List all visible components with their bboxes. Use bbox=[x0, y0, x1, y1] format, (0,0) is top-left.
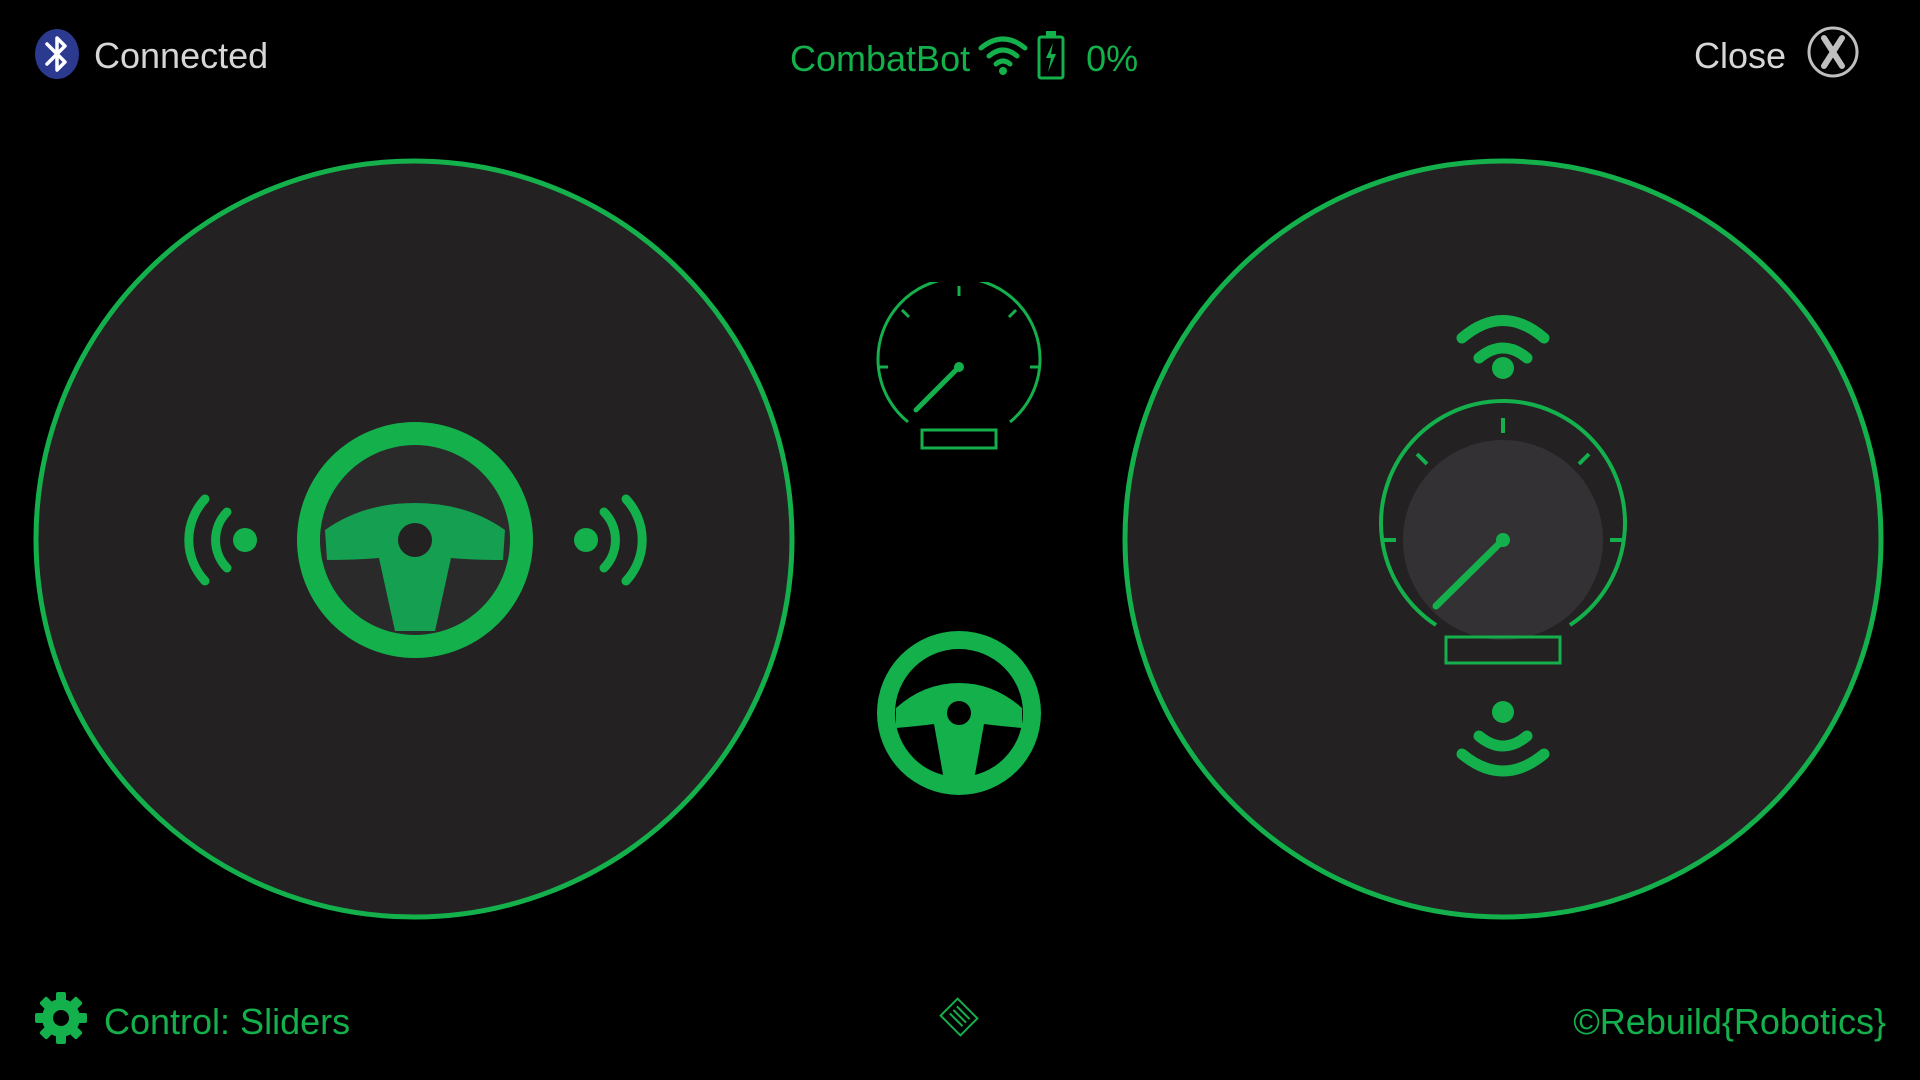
mini-speedometer-icon bbox=[874, 276, 1044, 459]
mini-steering-wheel-icon bbox=[874, 628, 1044, 803]
connection-label: Connected bbox=[94, 35, 269, 76]
control-mode-label: Control: Sliders bbox=[104, 1001, 351, 1042]
close-label: Close bbox=[1693, 35, 1786, 76]
left-joystick-pad[interactable] bbox=[33, 158, 795, 920]
robot-name: CombatBot bbox=[790, 38, 971, 79]
right-joystick-pad[interactable] bbox=[1122, 158, 1884, 920]
battery-percent: 0% bbox=[1086, 38, 1139, 79]
copyright-text: ©Rebuild{Robotics} bbox=[1573, 1001, 1886, 1042]
robot-status: CombatBot 0% bbox=[790, 30, 1139, 85]
close-x-icon bbox=[1806, 25, 1860, 88]
battery-charging-icon bbox=[1036, 30, 1066, 89]
control-mode-button[interactable]: Control: Sliders bbox=[34, 991, 351, 1049]
tag-icon[interactable] bbox=[935, 993, 983, 1046]
steering-wheel-icon[interactable] bbox=[297, 422, 533, 658]
bluetooth-icon bbox=[34, 28, 80, 85]
connection-status: Connected bbox=[34, 28, 269, 85]
copyright-label: ©Rebuild{Robotics} bbox=[1573, 995, 1886, 1049]
gear-icon bbox=[34, 991, 88, 1054]
close-button[interactable]: Close bbox=[1693, 26, 1860, 84]
wifi-icon bbox=[978, 34, 1028, 85]
